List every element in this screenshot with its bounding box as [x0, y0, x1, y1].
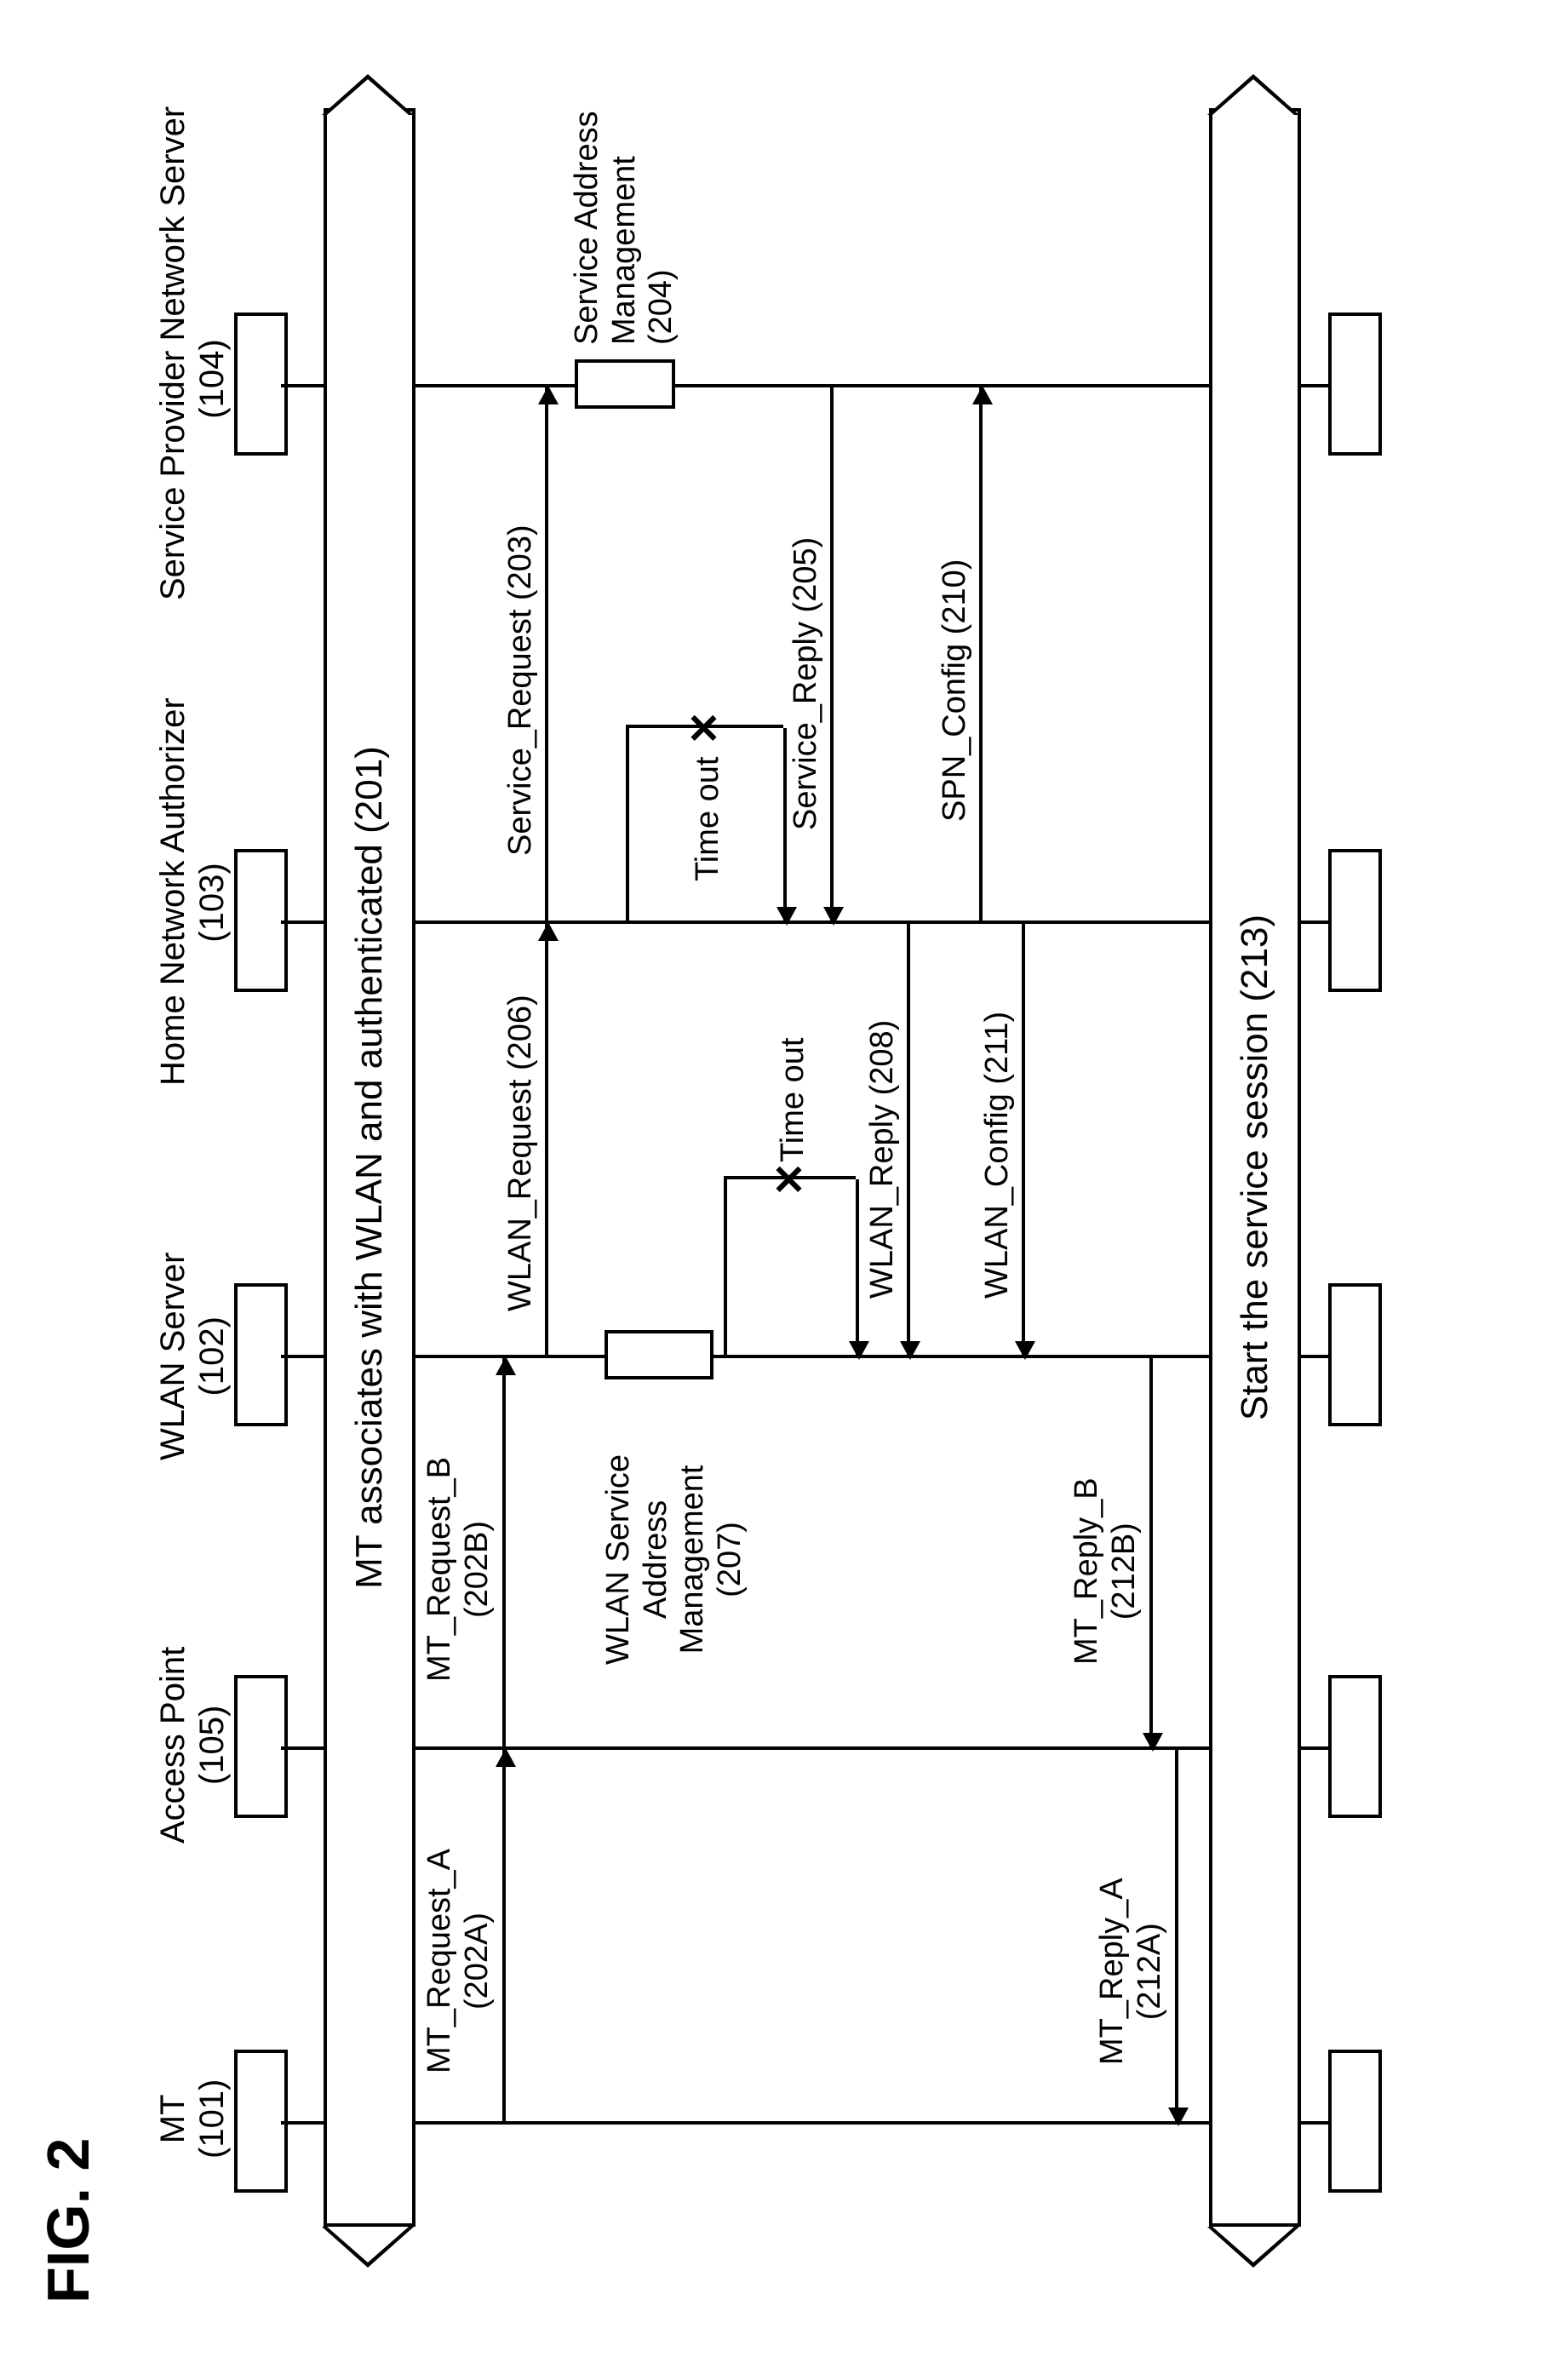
sequence-diagram: MT (101) Access Point (105) WLAN Server … [102, 123, 1464, 2210]
label-mt-request-b: MT_Request_B (202B) [421, 1457, 496, 1682]
label-wlan-reply: WLAN_Reply (208) [864, 1020, 902, 1299]
label-wlan-request: WLAN_Request (206) [502, 995, 540, 1311]
actor-hna-label: Home Network Authorizer (103) [153, 720, 232, 1086]
actor-spn-label: Service Provider Network Server (104) [153, 158, 232, 600]
banner-bottom-cap-left [1207, 2227, 1299, 2268]
actor-mt-foot [1328, 2050, 1382, 2193]
label-mt-reply-b: MT_Reply_B (212B) [1069, 1477, 1143, 1665]
label-mt-reply-a: MT_Reply_A (212A) [1094, 1878, 1168, 2065]
label-timeout-hna: Time out [690, 757, 727, 881]
arrow-wlan-config [1022, 924, 1025, 1358]
timeout-hna-top [626, 728, 629, 924]
figure-label: FIG. 2 [34, 2138, 102, 2303]
timeout-wlan-bot [856, 1179, 859, 1358]
lifeline-hna [281, 920, 1328, 924]
box-wlan-service-address-mgmt [605, 1330, 713, 1379]
actor-spn-foot [1328, 313, 1382, 456]
arrow-service-request [545, 387, 548, 924]
actor-wlan-head [234, 1283, 288, 1426]
actor-wlan-foot [1328, 1283, 1382, 1426]
actor-ap-label: Access Point (105) [153, 1647, 232, 1844]
banner-top-cap-right [322, 74, 414, 115]
actor-spn-head [234, 313, 288, 456]
box-service-address-mgmt [575, 359, 675, 409]
label-wlan-service-address-mgmt: WLAN Service Address Management (207) [600, 1454, 749, 1665]
label-service-address-mgmt: Service Address Management (204) [569, 111, 680, 345]
actor-hna-foot [1328, 849, 1382, 992]
banner-bottom-cap-right [1207, 74, 1299, 115]
arrow-mt-request-a [502, 1750, 506, 2125]
arrow-service-reply [830, 387, 834, 924]
actor-mt-label: MT (101) [153, 2079, 232, 2159]
actor-mt-head [234, 2050, 288, 2193]
arrow-mt-reply-a [1175, 1750, 1178, 2125]
banner-top: MT associates with WLAN and authenticate… [324, 108, 415, 2227]
arrow-spn-config [979, 387, 983, 924]
timeout-wlan-top [724, 1179, 727, 1358]
arrow-wlan-reply [907, 924, 910, 1358]
arrow-mt-reply-b [1149, 1358, 1153, 1750]
x-icon-wlan: ✕ [766, 1162, 814, 1196]
arrow-mt-request-b [502, 1358, 506, 1750]
actor-ap-foot [1328, 1675, 1382, 1818]
label-service-request: Service_Request (203) [502, 525, 540, 856]
label-service-reply: Service_Reply (205) [788, 537, 825, 830]
lifeline-ap [281, 1746, 1328, 1750]
lifeline-spn [281, 384, 1328, 387]
actor-wlan-label: WLAN Server (102) [153, 1253, 232, 1461]
label-timeout-wlan: Time out [775, 1038, 812, 1162]
x-icon-hna: ✕ [681, 711, 729, 745]
banner-bottom: Start the service session (213) [1209, 108, 1301, 2227]
banner-bottom-text: Start the service session (213) [1234, 915, 1276, 1420]
timeout-hna-bot [783, 728, 787, 924]
banner-top-text: MT associates with WLAN and authenticate… [348, 746, 391, 1589]
label-spn-config: SPN_Config (210) [937, 559, 974, 822]
arrow-wlan-request [545, 924, 548, 1358]
actor-hna-head [234, 849, 288, 992]
actor-ap-head [234, 1675, 288, 1818]
label-mt-request-a: MT_Request_A (202A) [421, 1849, 496, 2073]
lifeline-wlan [281, 1355, 1328, 1358]
banner-top-cap-left [322, 2227, 414, 2268]
label-wlan-config: WLAN_Config (211) [979, 1012, 1017, 1299]
